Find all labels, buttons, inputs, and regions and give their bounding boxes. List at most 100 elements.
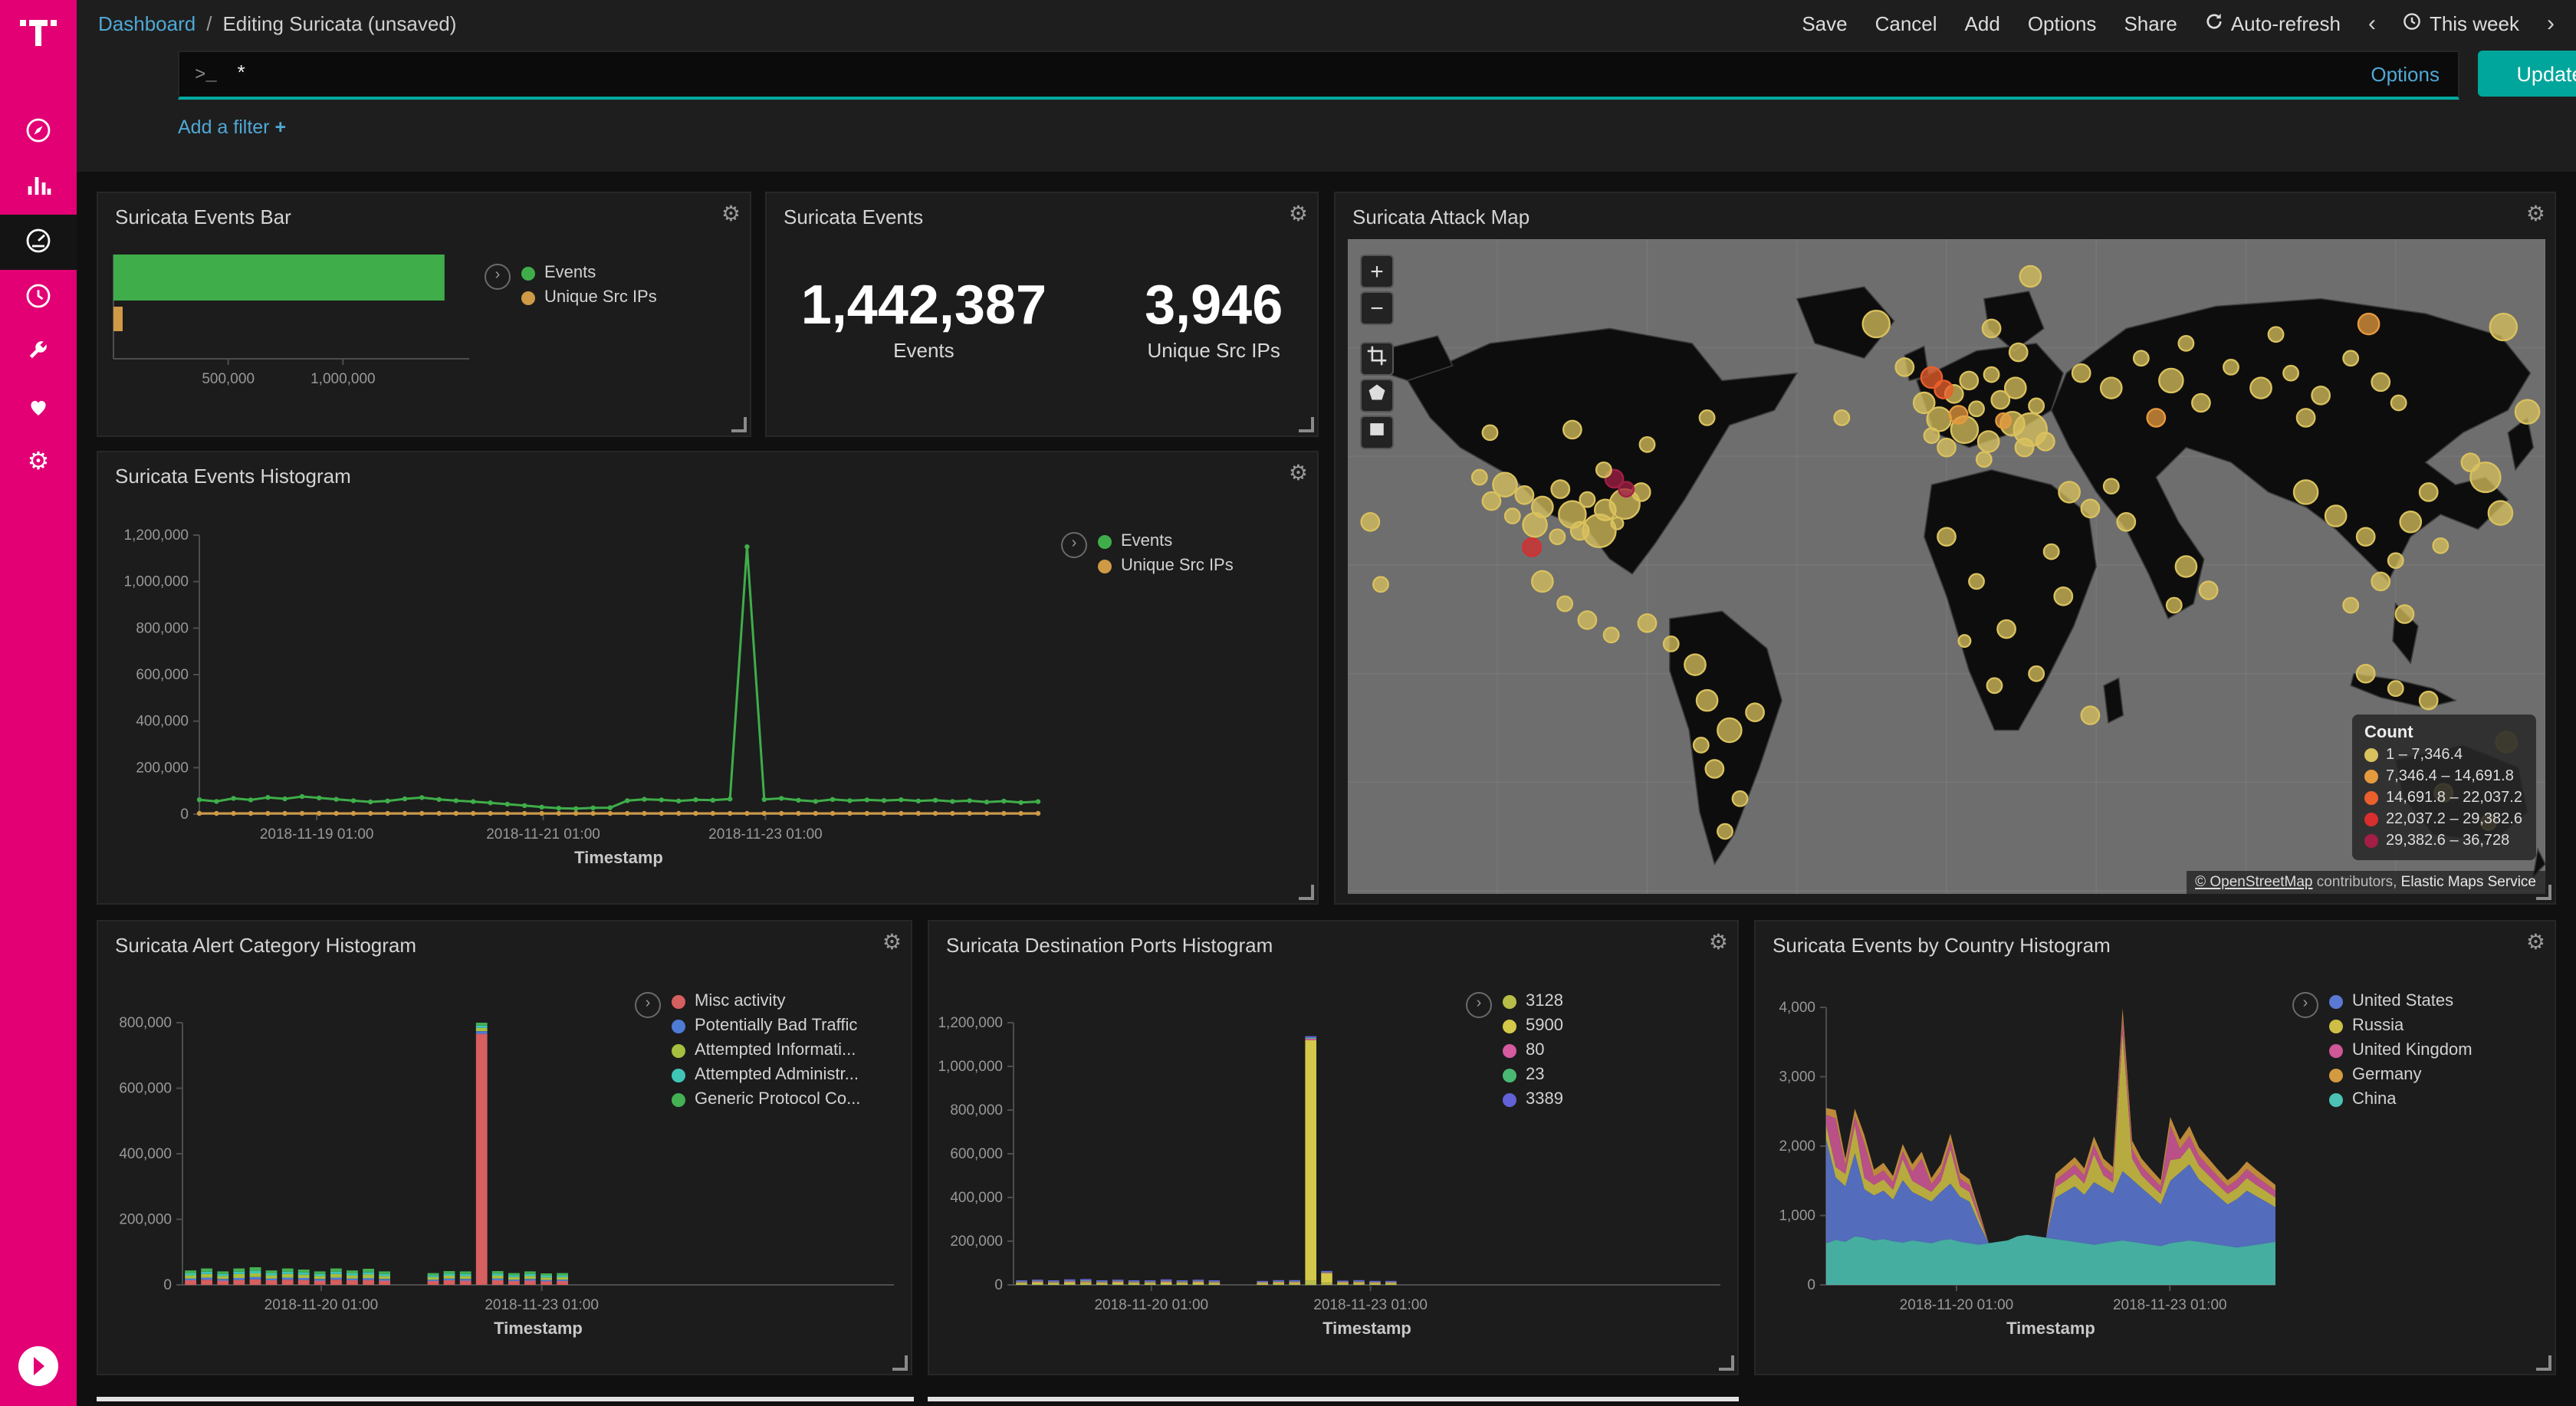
clock-chart-icon <box>25 281 52 314</box>
panel-resize-handle[interactable] <box>1299 417 1314 432</box>
add-button[interactable]: Add <box>1965 11 2000 34</box>
legend-item[interactable]: Potentially Bad Traffic <box>672 1017 860 1035</box>
legend-item[interactable]: Unique Src IPs <box>521 288 657 307</box>
sidebar-item-timelion[interactable] <box>0 270 77 325</box>
zoom-in-button[interactable]: + <box>1360 255 1394 288</box>
panel-settings-icon[interactable]: ⚙ <box>721 201 741 227</box>
query-options-link[interactable]: Options <box>2371 63 2440 86</box>
legend-item[interactable]: United States <box>2329 992 2472 1010</box>
panel-suricata-events: Suricata Events ⚙ 1,442,387 Events 3,946… <box>765 192 1319 437</box>
legend-item[interactable]: Attempted Informati... <box>672 1041 860 1059</box>
sidebar-item-management[interactable]: ⚙ <box>0 435 77 491</box>
svg-text:0: 0 <box>163 1277 172 1293</box>
attack-map[interactable]: + − Count 1 – 7,346.47,346.4 – 14,691.81… <box>1348 239 2545 894</box>
svg-text:200,000: 200,000 <box>950 1234 1003 1250</box>
auto-refresh-button[interactable]: Auto-refresh <box>2205 11 2341 34</box>
panel-settings-icon[interactable]: ⚙ <box>882 929 902 955</box>
panel-resize-handle[interactable] <box>2536 1355 2551 1371</box>
legend-item[interactable]: United Kingdom <box>2329 1041 2472 1059</box>
legend-item[interactable]: Unique Src IPs <box>1098 557 1234 575</box>
time-range-button[interactable]: This week <box>2404 11 2519 34</box>
svg-text:200,000: 200,000 <box>119 1212 172 1228</box>
legend-item[interactable]: Attempted Administr... <box>672 1066 860 1084</box>
panel-title: Suricata Alert Category Histogram <box>98 921 911 957</box>
panel-resize-handle[interactable] <box>1299 885 1314 900</box>
panel-resize-handle[interactable] <box>1719 1355 1734 1371</box>
metric-events: 1,442,387 Events <box>801 273 1046 362</box>
sidebar-nav: ⚙ <box>0 104 77 491</box>
svg-text:2018-11-23 01:00: 2018-11-23 01:00 <box>1313 1297 1428 1313</box>
legend-toggle-icon[interactable]: › <box>1061 532 1087 558</box>
clock-icon <box>2404 11 2422 34</box>
panel-settings-icon[interactable]: ⚙ <box>2526 201 2545 227</box>
sidebar-item-dev-tools[interactable] <box>0 325 77 380</box>
panel-title: Suricata Events by Country Histogram <box>1756 921 2555 957</box>
metric-value: 1,442,387 <box>801 273 1046 337</box>
svg-text:0: 0 <box>1807 1277 1815 1293</box>
legend-item[interactable]: 5900 <box>1503 1017 1563 1035</box>
legend-item[interactable]: 23 <box>1503 1066 1563 1084</box>
svg-text:800,000: 800,000 <box>136 620 189 636</box>
sidebar-item-monitoring[interactable] <box>0 380 77 435</box>
metric-value: 3,946 <box>1145 273 1283 337</box>
save-button[interactable]: Save <box>1802 11 1847 34</box>
sidebar-item-visualize[interactable] <box>0 159 77 215</box>
compass-icon <box>25 116 52 148</box>
legend-item[interactable]: 3389 <box>1503 1090 1563 1109</box>
legend-item[interactable]: Germany <box>2329 1066 2472 1084</box>
query-input[interactable]: >_ * Options <box>178 51 2459 100</box>
zoom-out-button[interactable]: − <box>1360 291 1394 325</box>
svg-text:1,000,000: 1,000,000 <box>123 574 189 590</box>
options-button[interactable]: Options <box>2028 11 2097 34</box>
metric-label: Events <box>801 339 1046 362</box>
svg-text:1,200,000: 1,200,000 <box>123 527 189 544</box>
svg-text:2018-11-23 01:00: 2018-11-23 01:00 <box>485 1297 599 1313</box>
legend-item[interactable]: Events <box>521 264 657 282</box>
svg-text:2018-11-19 01:00: 2018-11-19 01:00 <box>260 826 374 843</box>
legend-toggle-icon[interactable]: › <box>1466 992 1492 1018</box>
sidebar-item-dashboard[interactable] <box>0 215 77 270</box>
svg-text:600,000: 600,000 <box>119 1081 172 1097</box>
legend-toggle-icon[interactable]: › <box>635 992 661 1018</box>
share-button[interactable]: Share <box>2124 11 2177 34</box>
panel-resize-handle[interactable] <box>892 1355 908 1371</box>
sidebar-collapse-button[interactable] <box>17 1345 60 1388</box>
sidebar-item-discover[interactable] <box>0 104 77 159</box>
legend-item[interactable]: 3128 <box>1503 992 1563 1010</box>
panel-settings-icon[interactable]: ⚙ <box>2526 929 2545 955</box>
fit-bounds-icon[interactable] <box>1360 342 1394 376</box>
partial-panel <box>928 1397 1739 1401</box>
svg-text:Timestamp: Timestamp <box>494 1319 583 1338</box>
legend-toggle-icon[interactable]: › <box>485 264 511 290</box>
legend-item[interactable]: Misc activity <box>672 992 860 1010</box>
update-button[interactable]: Update <box>2478 51 2576 97</box>
add-filter-link[interactable]: Add a filter + <box>178 117 286 138</box>
openstreetmap-link[interactable]: © OpenStreetMap <box>2195 874 2312 891</box>
panel-settings-icon[interactable]: ⚙ <box>1289 201 1308 227</box>
cancel-button[interactable]: Cancel <box>1875 11 1937 34</box>
panel-resize-handle[interactable] <box>731 417 747 432</box>
panel-settings-icon[interactable]: ⚙ <box>1289 460 1308 486</box>
legend-item[interactable]: Events <box>1098 532 1234 550</box>
metric-row: 1,442,387 Events 3,946 Unique Src IPs <box>767 273 1317 362</box>
legend-item[interactable]: Generic Protocol Co... <box>672 1090 860 1109</box>
refresh-icon <box>2205 11 2223 34</box>
map-attribution: © OpenStreetMap contributors, Elastic Ma… <box>2186 871 2545 894</box>
legend-toggle-icon[interactable]: › <box>2292 992 2318 1018</box>
tmobile-logo[interactable] <box>0 0 77 67</box>
legend-item[interactable]: Russia <box>2329 1017 2472 1035</box>
svg-text:400,000: 400,000 <box>136 714 189 730</box>
destination-ports-bar-chart[interactable]: 0200,000400,000600,000800,0001,000,0001,… <box>929 961 1740 1377</box>
panel-title: Suricata Events <box>767 193 1317 228</box>
panel-settings-icon[interactable]: ⚙ <box>1709 929 1728 955</box>
draw-polygon-icon[interactable] <box>1360 379 1394 412</box>
time-back-button[interactable]: ‹ <box>2368 10 2376 36</box>
legend-item[interactable]: China <box>2329 1090 2472 1109</box>
legend-item[interactable]: 80 <box>1503 1041 1563 1059</box>
partial-panel <box>97 1397 914 1401</box>
events-bar-chart[interactable]: 500,0001,000,000 <box>107 248 481 402</box>
draw-rectangle-icon[interactable] <box>1360 416 1394 449</box>
time-forward-button[interactable]: › <box>2547 10 2555 36</box>
map-legend-title: Count <box>2364 724 2522 742</box>
breadcrumb-dashboard-link[interactable]: Dashboard <box>98 11 196 34</box>
